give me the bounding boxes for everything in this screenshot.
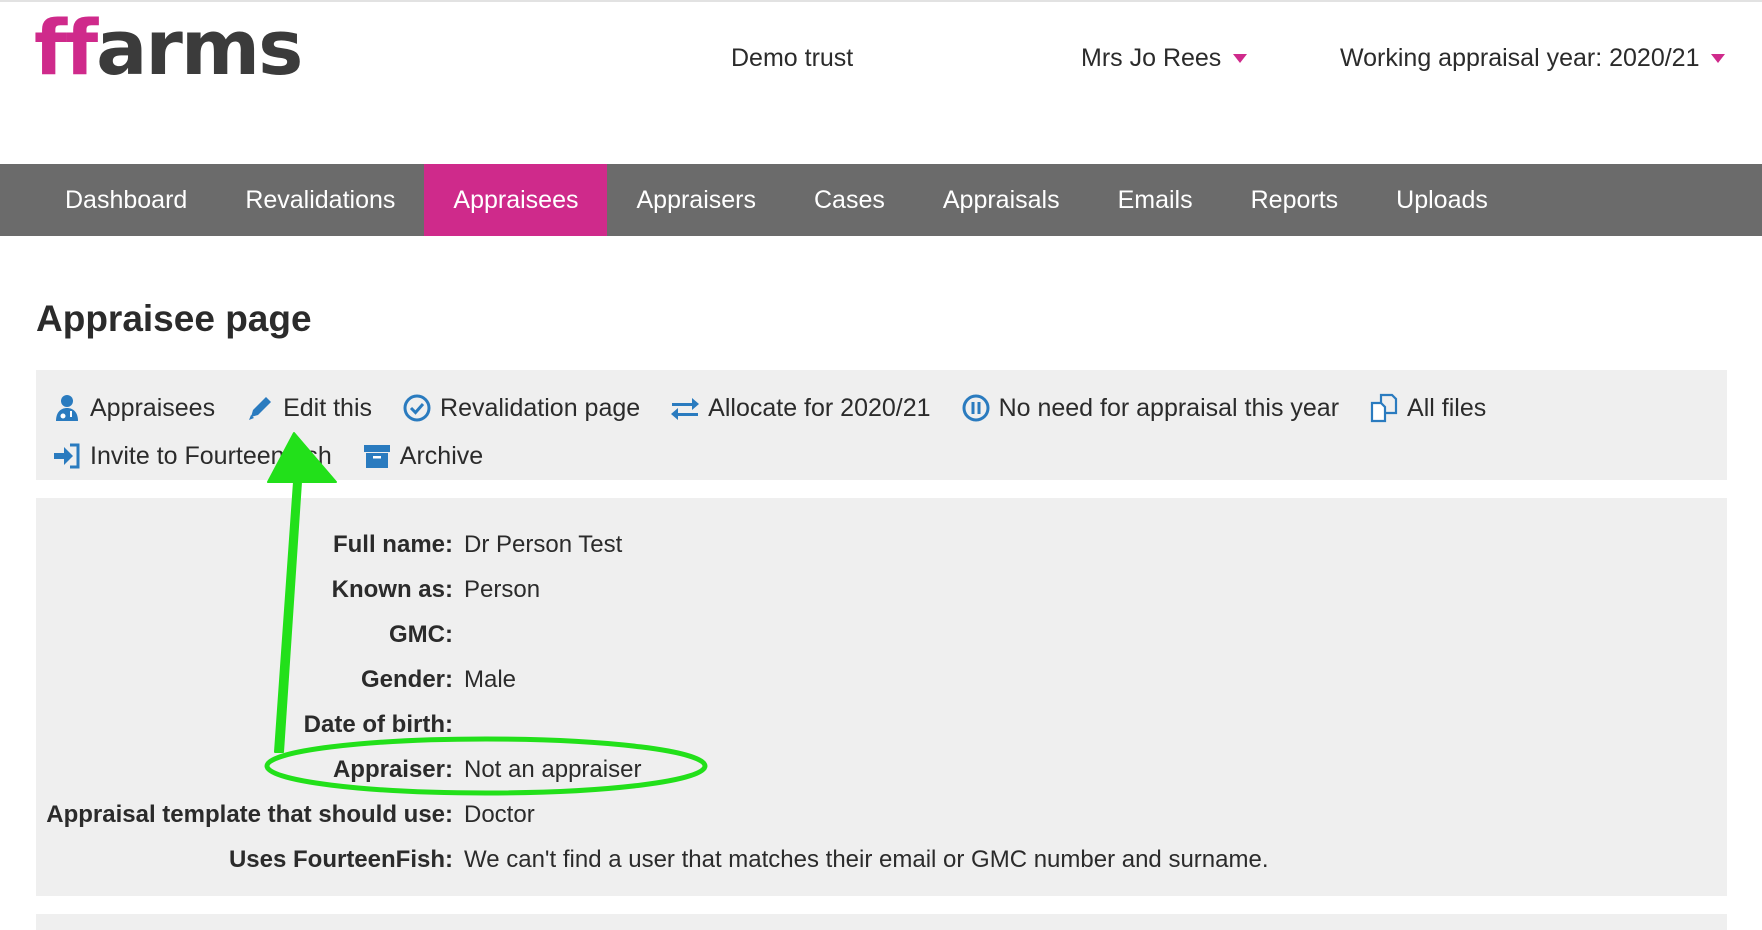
detail-label: Date of birth:: [303, 710, 453, 738]
nav-dashboard[interactable]: Dashboard: [36, 164, 216, 236]
pause-circle-icon: [961, 393, 991, 423]
detail-row-full-name: Full name: Dr Person Test: [36, 522, 1727, 567]
sign-in-icon: [52, 441, 82, 471]
edit-this-label: Edit this: [283, 393, 373, 422]
exchange-arrows-icon: [670, 393, 700, 423]
top-rule: [0, 0, 1762, 2]
archive-label: Archive: [399, 441, 484, 470]
appraisees-link-label: Appraisees: [90, 393, 216, 422]
all-files-link[interactable]: All files: [1369, 393, 1486, 423]
detail-row-uses-fourteenfish: Uses FourteenFish: We can't find a user …: [36, 837, 1727, 882]
ffarms-logo[interactable]: ff arms: [34, 3, 303, 92]
appraisees-link[interactable]: Appraisees: [52, 393, 215, 423]
logo-rest: arms: [96, 3, 303, 92]
detail-value: Not an appraiser: [464, 755, 642, 783]
detail-label: Known as:: [331, 575, 453, 603]
nav-revalidations[interactable]: Revalidations: [216, 164, 424, 236]
pencil-icon: [245, 393, 275, 423]
detail-label: Appraisal template that should use:: [46, 800, 453, 828]
allocate-link[interactable]: Allocate for 2020/21: [670, 393, 931, 423]
next-panel-edge: [36, 914, 1727, 930]
user-menu[interactable]: Mrs Jo Rees: [1081, 44, 1248, 73]
nav-emails[interactable]: Emails: [1089, 164, 1222, 236]
invite-label: Invite to FourteenFish: [90, 441, 332, 470]
no-need-label: No need for appraisal this year: [998, 393, 1340, 422]
caret-down-icon: [1711, 54, 1726, 63]
edit-this-link[interactable]: Edit this: [245, 393, 372, 423]
detail-row-appraisal-template: Appraisal template that should use: Doct…: [36, 792, 1727, 837]
detail-label: GMC:: [389, 620, 453, 648]
detail-value: Person: [464, 575, 541, 603]
archive-link[interactable]: Archive: [362, 441, 483, 471]
nav-uploads[interactable]: Uploads: [1367, 164, 1517, 236]
detail-row-gmc: GMC:: [36, 612, 1727, 657]
check-circle-icon: [402, 393, 432, 423]
nav-reports[interactable]: Reports: [1222, 164, 1368, 236]
detail-row-gender: Gender: Male: [36, 657, 1727, 702]
page-title: Appraisee page: [36, 298, 312, 339]
detail-row-appraiser: Appraiser: Not an appraiser: [36, 747, 1727, 792]
action-bar: Appraisees Edit this Revalidation page A…: [36, 370, 1727, 480]
detail-label: Full name:: [332, 530, 453, 558]
invite-to-fourteenfish-link[interactable]: Invite to FourteenFish: [52, 441, 332, 471]
copy-files-icon: [1369, 393, 1399, 423]
appraisee-details: Full name: Dr Person Test Known as: Pers…: [36, 498, 1727, 896]
detail-row-known-as: Known as: Person: [36, 567, 1727, 612]
revalidation-page-link[interactable]: Revalidation page: [402, 393, 640, 423]
detail-value: Male: [464, 665, 517, 693]
detail-row-date-of-birth: Date of birth:: [36, 702, 1727, 747]
allocate-label: Allocate for 2020/21: [708, 393, 931, 422]
revalidation-page-label: Revalidation page: [440, 393, 641, 422]
all-files-label: All files: [1407, 393, 1487, 422]
caret-down-icon: [1233, 54, 1248, 63]
nav-appraisers[interactable]: Appraisers: [607, 164, 785, 236]
user-name: Mrs Jo Rees: [1081, 44, 1222, 72]
nav-appraisals[interactable]: Appraisals: [914, 164, 1089, 236]
detail-label: Gender:: [360, 665, 453, 693]
appraisal-year-label: Working appraisal year: 2020/21: [1340, 44, 1700, 72]
nav-appraisees[interactable]: Appraisees: [424, 164, 608, 236]
detail-value: Dr Person Test: [464, 530, 623, 558]
detail-value: We can't find a user that matches their …: [464, 845, 1269, 873]
detail-label: Uses FourteenFish:: [228, 845, 453, 873]
page: ff arms Demo trust Mrs Jo Rees Working a…: [0, 0, 1762, 930]
nav-cases[interactable]: Cases: [785, 164, 914, 236]
archive-box-icon: [362, 441, 392, 471]
no-need-for-appraisal-link[interactable]: No need for appraisal this year: [961, 393, 1339, 423]
detail-label: Appraiser:: [332, 755, 453, 783]
logo-ff: ff: [34, 3, 98, 92]
user-doctor-icon: [52, 393, 82, 423]
detail-value: Doctor: [464, 800, 535, 828]
appraisal-year-menu[interactable]: Working appraisal year: 2020/21: [1340, 44, 1726, 73]
trust-name: Demo trust: [731, 44, 854, 72]
main-nav: Dashboard Revalidations Appraisees Appra…: [0, 164, 1762, 236]
